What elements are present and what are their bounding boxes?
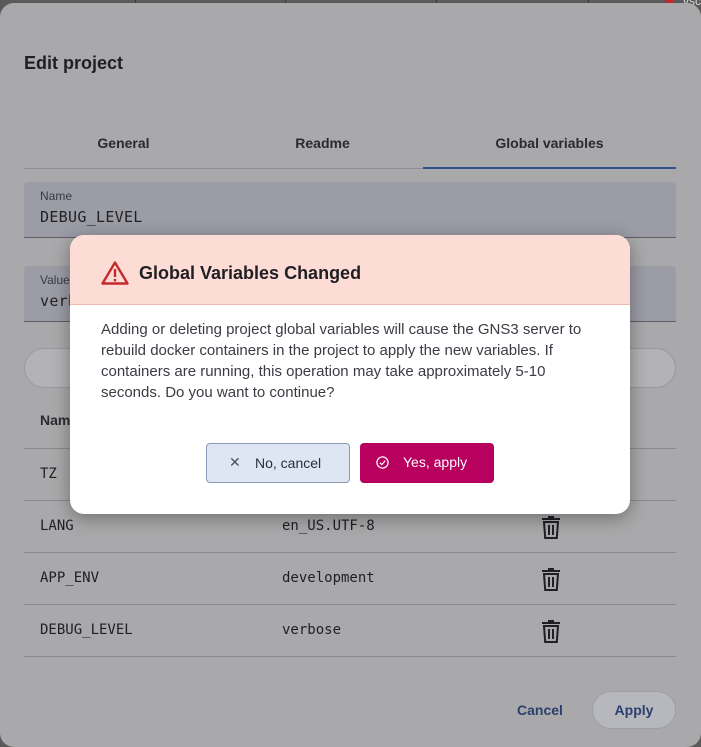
name-field-label: Name	[40, 189, 73, 203]
variable-name: LANG	[40, 518, 74, 534]
check-circle-icon	[376, 456, 389, 469]
tab-general[interactable]: General	[24, 121, 223, 166]
cancel-button[interactable]: Cancel	[504, 692, 576, 728]
table-row: DEBUG_LEVEL verbose	[24, 605, 676, 657]
table-row: APP_ENV development	[24, 553, 676, 605]
value-field-label: Value	[40, 273, 70, 287]
apply-button[interactable]: Apply	[592, 691, 676, 729]
modal-header: Global Variables Changed	[70, 235, 630, 305]
tab-bar: General Readme Global variables	[24, 121, 676, 169]
tab-readme[interactable]: Readme	[223, 121, 422, 166]
no-cancel-label: No, cancel	[255, 455, 322, 471]
active-tab-indicator	[423, 167, 676, 169]
modal-message: Adding or deleting project global variab…	[101, 321, 582, 401]
trash-icon[interactable]	[540, 515, 562, 539]
trash-icon[interactable]	[540, 619, 562, 643]
confirm-modal: Global Variables Changed Adding or delet…	[70, 235, 630, 514]
dialog-title: Edit project	[24, 53, 124, 73]
variable-name: APP_ENV	[40, 570, 100, 586]
modal-title: Global Variables Changed	[139, 263, 362, 283]
variable-name: TZ	[40, 466, 57, 482]
name-field-value[interactable]: DEBUG_LEVEL	[40, 208, 143, 226]
no-cancel-button[interactable]: ✕ No, cancel	[206, 443, 350, 483]
yes-apply-label: Yes, apply	[403, 454, 468, 470]
variable-value: development	[282, 570, 375, 586]
variable-value: verbose	[282, 622, 342, 638]
yes-apply-button[interactable]: Yes, apply	[360, 443, 494, 483]
trash-icon[interactable]	[540, 567, 562, 591]
variable-name: DEBUG_LEVEL	[40, 622, 133, 638]
close-icon: ✕	[229, 454, 241, 470]
warning-icon	[101, 261, 129, 285]
name-field[interactable]: Name DEBUG_LEVEL	[24, 182, 676, 238]
variable-value: en_US.UTF-8	[282, 518, 375, 534]
tab-global-variables[interactable]: Global variables	[423, 121, 676, 166]
